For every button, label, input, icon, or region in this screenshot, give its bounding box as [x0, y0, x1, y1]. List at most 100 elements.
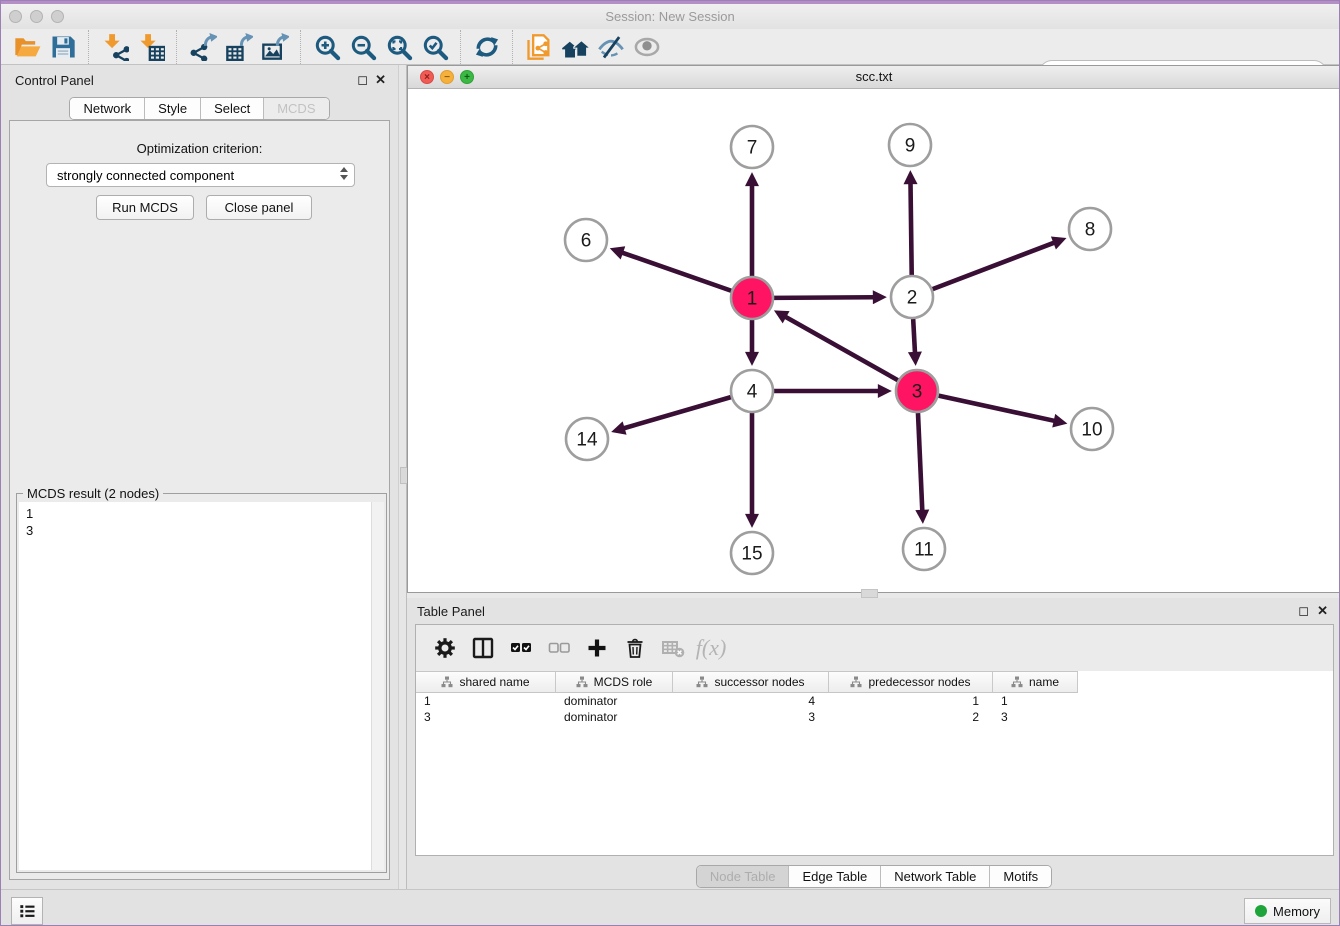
table-close-panel-icon[interactable]: ✕: [1317, 604, 1328, 617]
show-all-icon[interactable]: [629, 31, 665, 63]
zoom-out-icon[interactable]: [345, 31, 381, 63]
zoom-window-button[interactable]: [51, 10, 64, 23]
add-column-icon[interactable]: [578, 630, 616, 666]
table-cell[interactable]: 1: [829, 693, 993, 709]
table-float-panel-icon[interactable]: ◻: [1298, 604, 1309, 617]
network-view-window: × − + scc.txt 7 9 6 8 1 2 4 3 14 10 15 11: [407, 65, 1340, 593]
table-cell[interactable]: 3: [416, 709, 556, 725]
table-row[interactable]: 3dominator323: [416, 709, 1333, 725]
graph-edge-2-3[interactable]: [913, 319, 915, 353]
graph-node-11[interactable]: 11: [903, 528, 945, 570]
zoom-selected-icon[interactable]: [417, 31, 453, 63]
graph-edge-4-14[interactable]: [623, 397, 730, 428]
save-session-icon[interactable]: [45, 31, 81, 63]
graph-edge-1-6[interactable]: [622, 253, 731, 291]
table-settings-icon[interactable]: [426, 630, 464, 666]
first-neighbors-icon[interactable]: [557, 31, 593, 63]
control-tab-select[interactable]: Select: [201, 98, 264, 119]
refresh-network-icon[interactable]: [469, 31, 505, 63]
table-header-row: shared nameMCDS role successor nodes prede…: [416, 671, 1078, 693]
graph-edge-3-1[interactable]: [785, 317, 898, 381]
network-minimize-button[interactable]: −: [440, 70, 454, 84]
graph-edge-2-8[interactable]: [933, 243, 1055, 290]
titlebar[interactable]: Session: New Session: [1, 4, 1339, 29]
graph-node-1[interactable]: 1: [731, 277, 773, 319]
graph-node-7[interactable]: 7: [731, 126, 773, 168]
zoom-fit-icon[interactable]: [381, 31, 417, 63]
new-network-from-selection-icon[interactable]: [521, 31, 557, 63]
task-history-button[interactable]: [11, 897, 43, 925]
table-cell[interactable]: 4: [673, 693, 829, 709]
table-tab-network-table[interactable]: Network Table: [881, 866, 990, 887]
graph-node-2[interactable]: 2: [891, 276, 933, 318]
graph-edge-3-10[interactable]: [938, 396, 1054, 421]
minimize-window-button[interactable]: [30, 10, 43, 23]
zoom-in-icon[interactable]: [309, 31, 345, 63]
table-tab-edge-table[interactable]: Edge Table: [789, 866, 881, 887]
network-close-button[interactable]: ×: [420, 70, 434, 84]
graph-node-8[interactable]: 8: [1069, 208, 1111, 250]
table-cell[interactable]: 1: [416, 693, 556, 709]
graph-edge-3-11[interactable]: [918, 413, 922, 511]
graph-node-6[interactable]: 6: [565, 219, 607, 261]
deselect-all-icon[interactable]: [540, 630, 578, 666]
vertical-splitter[interactable]: [398, 65, 407, 889]
column-header-shared-name[interactable]: shared name: [416, 672, 556, 692]
node-table[interactable]: shared nameMCDS role successor nodes prede…: [416, 671, 1333, 855]
close-panel-button[interactable]: Close panel: [206, 195, 312, 220]
export-network-icon[interactable]: [185, 31, 221, 63]
close-window-button[interactable]: [9, 10, 22, 23]
graph-node-10[interactable]: 10: [1071, 408, 1113, 450]
graph-node-9[interactable]: 9: [889, 124, 931, 166]
network-canvas[interactable]: 7 9 6 8 1 2 4 3 14 10 15 11: [408, 89, 1340, 592]
mcds-result-list[interactable]: 13: [19, 502, 372, 870]
table-cell[interactable]: dominator: [556, 709, 673, 725]
select-all-icon[interactable]: [502, 630, 540, 666]
table-cell[interactable]: dominator: [556, 693, 673, 709]
export-image-icon[interactable]: [257, 31, 293, 63]
column-header-MCDS-role[interactable]: MCDS role: [556, 672, 673, 692]
import-network-icon[interactable]: [97, 31, 133, 63]
mcds-result-scrollbar[interactable]: [371, 502, 384, 870]
control-panel: Control Panel ◻ ✕ NetworkStyleSelectMCDS…: [1, 65, 398, 889]
table-tab-motifs[interactable]: Motifs: [990, 866, 1051, 887]
table-tab-node-table[interactable]: Node Table: [697, 866, 790, 887]
toggle-panes-icon[interactable]: [464, 630, 502, 666]
graph-node-3[interactable]: 3: [896, 370, 938, 412]
table-cell[interactable]: 3: [993, 709, 1078, 725]
column-header-name[interactable]: name: [993, 672, 1078, 692]
graph-edge-2-9[interactable]: [911, 183, 912, 275]
mcds-result-item[interactable]: 1: [26, 505, 372, 522]
table-row[interactable]: 1dominator411: [416, 693, 1333, 709]
export-table-icon[interactable]: [221, 31, 257, 63]
hide-selected-icon[interactable]: [593, 31, 629, 63]
horizontal-splitter-handle[interactable]: [861, 589, 878, 598]
graph-edge-1-2[interactable]: [774, 297, 874, 298]
table-cell[interactable]: 1: [993, 693, 1078, 709]
table-cell[interactable]: 2: [829, 709, 993, 725]
graph-node-15[interactable]: 15: [731, 532, 773, 574]
run-mcds-button[interactable]: Run MCDS: [96, 195, 194, 220]
optimization-criterion-select[interactable]: strongly connected component: [46, 163, 355, 187]
column-header-predecessor-nodes[interactable]: predecessor nodes: [829, 672, 993, 692]
network-zoom-button[interactable]: +: [460, 70, 474, 84]
network-window-titlebar[interactable]: × − + scc.txt: [408, 66, 1340, 89]
control-tab-style[interactable]: Style: [145, 98, 201, 119]
import-table-icon[interactable]: [133, 31, 169, 63]
graph-node-14[interactable]: 14: [566, 418, 608, 460]
open-folder-icon[interactable]: [9, 31, 45, 63]
mcds-result-title: MCDS result (2 nodes): [23, 486, 163, 501]
close-panel-icon[interactable]: ✕: [375, 73, 386, 86]
column-header-successor-nodes[interactable]: successor nodes: [673, 672, 829, 692]
table-toolbar: f(x): [416, 625, 1333, 671]
delete-row-icon[interactable]: [616, 630, 654, 666]
float-panel-icon[interactable]: ◻: [357, 73, 368, 86]
toolbar-separator: [512, 30, 514, 64]
table-cell[interactable]: 3: [673, 709, 829, 725]
column-header-label: successor nodes: [714, 675, 804, 689]
memory-button[interactable]: Memory: [1244, 898, 1331, 924]
graph-node-4[interactable]: 4: [731, 370, 773, 412]
control-tab-network[interactable]: Network: [70, 98, 145, 119]
mcds-result-item[interactable]: 3: [26, 522, 372, 539]
control-tab-mcds[interactable]: MCDS: [264, 98, 328, 119]
